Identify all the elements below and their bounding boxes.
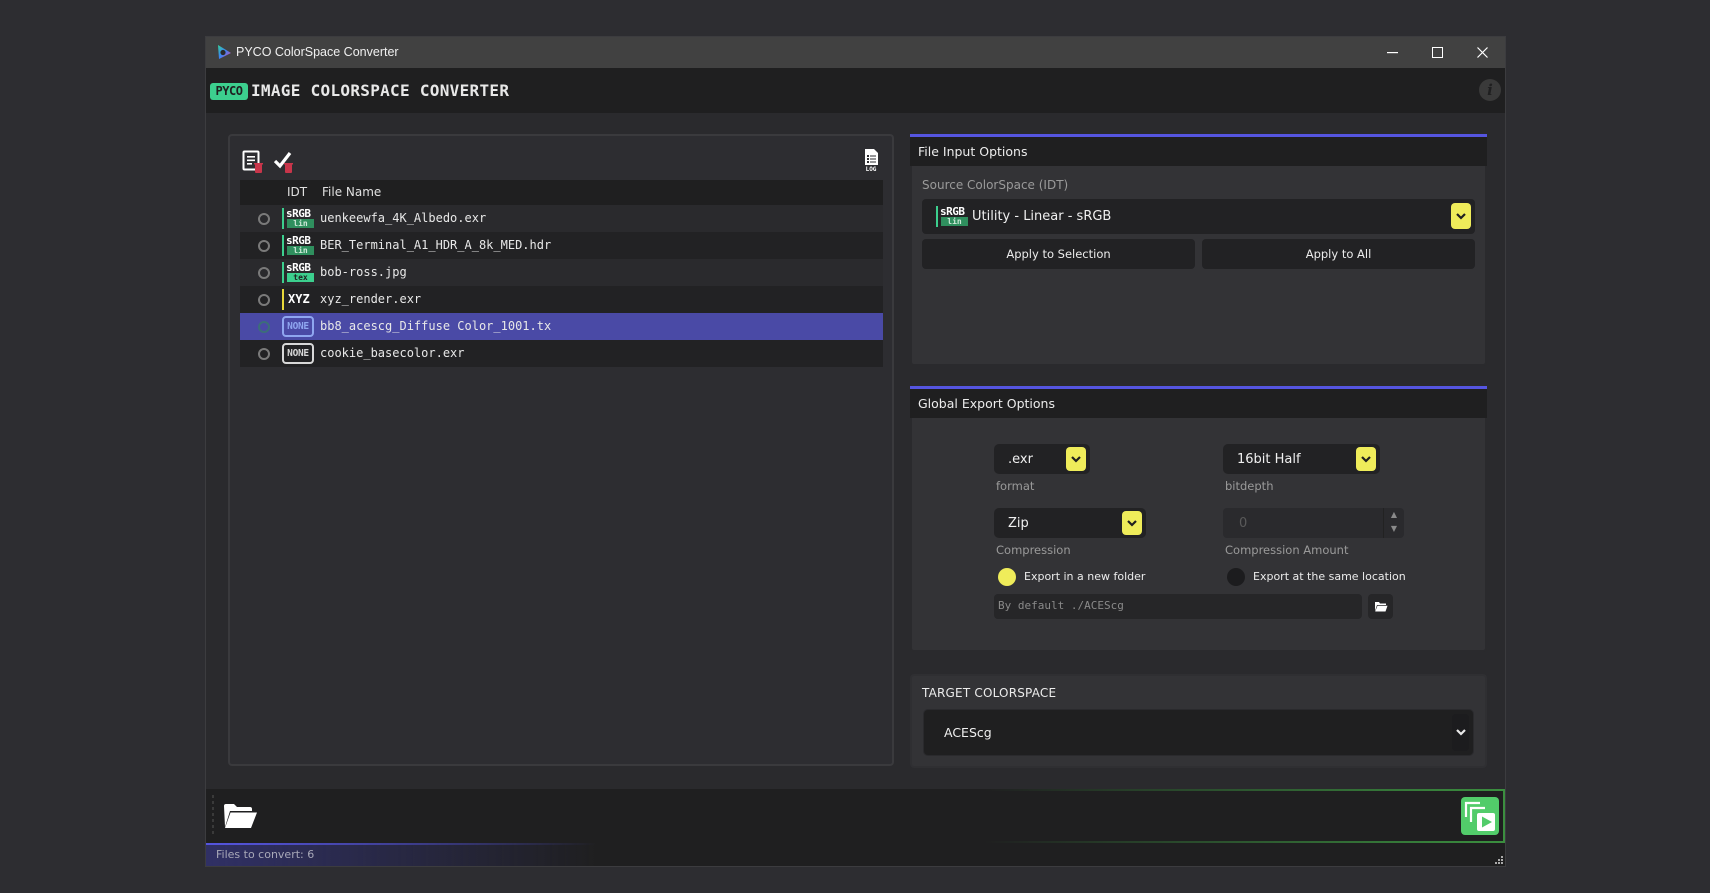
minimize-button[interactable] <box>1370 37 1415 68</box>
maximize-button[interactable] <box>1415 37 1460 68</box>
app-heading: IMAGE COLORSPACE CONVERTER <box>251 81 510 100</box>
bitdepth-select[interactable]: 16bit Half <box>1223 444 1380 474</box>
batch-play-icon <box>1464 801 1495 831</box>
status-text: Files to convert: 6 <box>216 848 315 861</box>
bottom-toolbar <box>206 789 1505 843</box>
row-radio[interactable] <box>258 213 270 225</box>
file-name: bb8_acescg_Diffuse Color_1001.tx <box>320 319 552 333</box>
export-path-input[interactable]: By default ./ACEScg <box>994 594 1362 619</box>
chevron-down-icon[interactable] <box>1356 447 1376 471</box>
file-list: sRGB lin uenkeewfa_4K_Albedo.exr sRGB li… <box>240 205 883 367</box>
row-radio[interactable] <box>258 240 270 252</box>
idt-badge-none: NONE <box>282 316 314 337</box>
idt-badge-srgb: sRGB lin <box>282 235 314 256</box>
target-colorspace-title: TARGET COLORSPACE <box>922 686 1057 700</box>
info-icon[interactable]: i <box>1479 79 1501 101</box>
toolbar-grip[interactable] <box>212 795 214 835</box>
row-radio[interactable] <box>258 267 270 279</box>
file-row-selected[interactable]: NONE bb8_acescg_Diffuse Color_1001.tx <box>240 313 883 340</box>
window-title: PYCO ColorSpace Converter <box>236 45 399 59</box>
spin-arrows[interactable]: ▲ ▼ <box>1383 508 1404 538</box>
pyco-logo: PYCO <box>210 83 248 100</box>
row-radio[interactable] <box>258 321 270 333</box>
file-input-options-group: File Input Options Source ColorSpace (ID… <box>910 134 1487 366</box>
close-icon <box>1477 47 1488 58</box>
app-logo-icon <box>218 45 231 59</box>
source-colorspace-value: Utility - Linear - sRGB <box>972 209 1112 224</box>
export-new-folder-radio[interactable] <box>998 568 1016 586</box>
svg-text:LOG: LOG <box>866 166 877 172</box>
file-row[interactable]: XYZ xyz_render.exr <box>240 286 883 313</box>
title-bar: PYCO ColorSpace Converter <box>206 37 1505 68</box>
chevron-up-icon[interactable]: ▲ <box>1384 508 1404 522</box>
global-export-options-group: Global Export Options .exr format 16bit … <box>910 386 1487 652</box>
run-area-frame <box>985 789 1505 843</box>
convert-run-button[interactable] <box>1461 797 1499 835</box>
file-row[interactable]: NONE cookie_basecolor.exr <box>240 340 883 367</box>
apply-to-all-button[interactable]: Apply to All <box>1202 239 1475 269</box>
row-radio[interactable] <box>258 348 270 360</box>
export-same-location-radio[interactable] <box>1227 568 1245 586</box>
status-bar: Files to convert: 6 <box>206 843 1505 866</box>
file-row[interactable]: sRGB lin uenkeewfa_4K_Albedo.exr <box>240 205 883 232</box>
chevron-down-icon[interactable] <box>1122 511 1142 535</box>
target-colorspace-group: TARGET COLORSPACE ACEScg <box>910 674 1487 768</box>
column-header-file-name[interactable]: File Name <box>322 185 381 199</box>
idt-badge-xyz: XYZ <box>282 289 314 310</box>
file-list-panel: LOG IDT File Name sRGB lin uenkeewfa_4K_… <box>228 134 894 766</box>
chevron-down-icon[interactable] <box>1451 203 1471 229</box>
compression-select[interactable]: Zip <box>994 508 1146 538</box>
idt-badge-srgb: sRGB tex <box>282 262 314 283</box>
source-colorspace-select[interactable]: sRGB lin Utility - Linear - sRGB <box>922 199 1475 234</box>
column-header-idt[interactable]: IDT <box>287 185 307 199</box>
app-header: PYCO IMAGE COLORSPACE CONVERTER i <box>206 68 1505 113</box>
chevron-down-icon[interactable]: ▼ <box>1384 522 1404 536</box>
file-name: uenkeewfa_4K_Albedo.exr <box>320 211 487 225</box>
source-colorspace-label: Source ColorSpace (IDT) <box>922 178 1069 192</box>
compression-label: Compression <box>996 543 1071 557</box>
target-colorspace-select[interactable]: ACEScg <box>923 709 1474 756</box>
app-window: PYCO ColorSpace Converter PYCO IMAGE COL… <box>205 36 1506 867</box>
export-same-location-label[interactable]: Export at the same location <box>1253 570 1406 583</box>
export-new-folder-label[interactable]: Export in a new folder <box>1024 570 1145 583</box>
bitdepth-label: bitdepth <box>1225 479 1274 493</box>
maximize-icon <box>1432 47 1443 58</box>
group-title: File Input Options <box>910 137 1487 166</box>
format-select[interactable]: .exr <box>994 444 1090 474</box>
file-row[interactable]: sRGB lin BER_Terminal_A1_HDR_A_8k_MED.hd… <box>240 232 883 259</box>
log-icon[interactable]: LOG <box>860 148 882 172</box>
clear-list-icon[interactable] <box>242 150 264 174</box>
apply-to-selection-button[interactable]: Apply to Selection <box>922 239 1195 269</box>
row-radio[interactable] <box>258 294 270 306</box>
file-name: bob-ross.jpg <box>320 265 407 279</box>
compression-amount-label: Compression Amount <box>1225 543 1349 557</box>
minimize-icon <box>1387 51 1398 53</box>
chevron-down-icon[interactable] <box>1066 447 1086 471</box>
format-label: format <box>996 479 1035 493</box>
close-button[interactable] <box>1460 37 1505 68</box>
file-name: cookie_basecolor.exr <box>320 346 465 360</box>
group-title: Global Export Options <box>910 389 1487 418</box>
open-files-icon[interactable] <box>220 799 260 833</box>
clear-selected-icon[interactable] <box>274 150 296 174</box>
chevron-down-icon[interactable] <box>1452 714 1469 751</box>
file-name: BER_Terminal_A1_HDR_A_8k_MED.hdr <box>320 238 552 252</box>
compression-amount-spinbox[interactable]: 0 ▲ ▼ <box>1223 508 1404 538</box>
resize-grip-icon[interactable] <box>1494 855 1503 864</box>
file-list-header: IDT File Name <box>240 180 883 205</box>
idt-badge-none: NONE <box>282 343 314 364</box>
browse-folder-button[interactable] <box>1368 594 1393 619</box>
folder-open-icon <box>1374 602 1387 612</box>
file-row[interactable]: sRGB tex bob-ross.jpg <box>240 259 883 286</box>
idt-badge-srgb: sRGB lin <box>282 208 314 229</box>
file-name: xyz_render.exr <box>320 292 422 306</box>
idt-badge-srgb: sRGB lin <box>936 206 968 227</box>
